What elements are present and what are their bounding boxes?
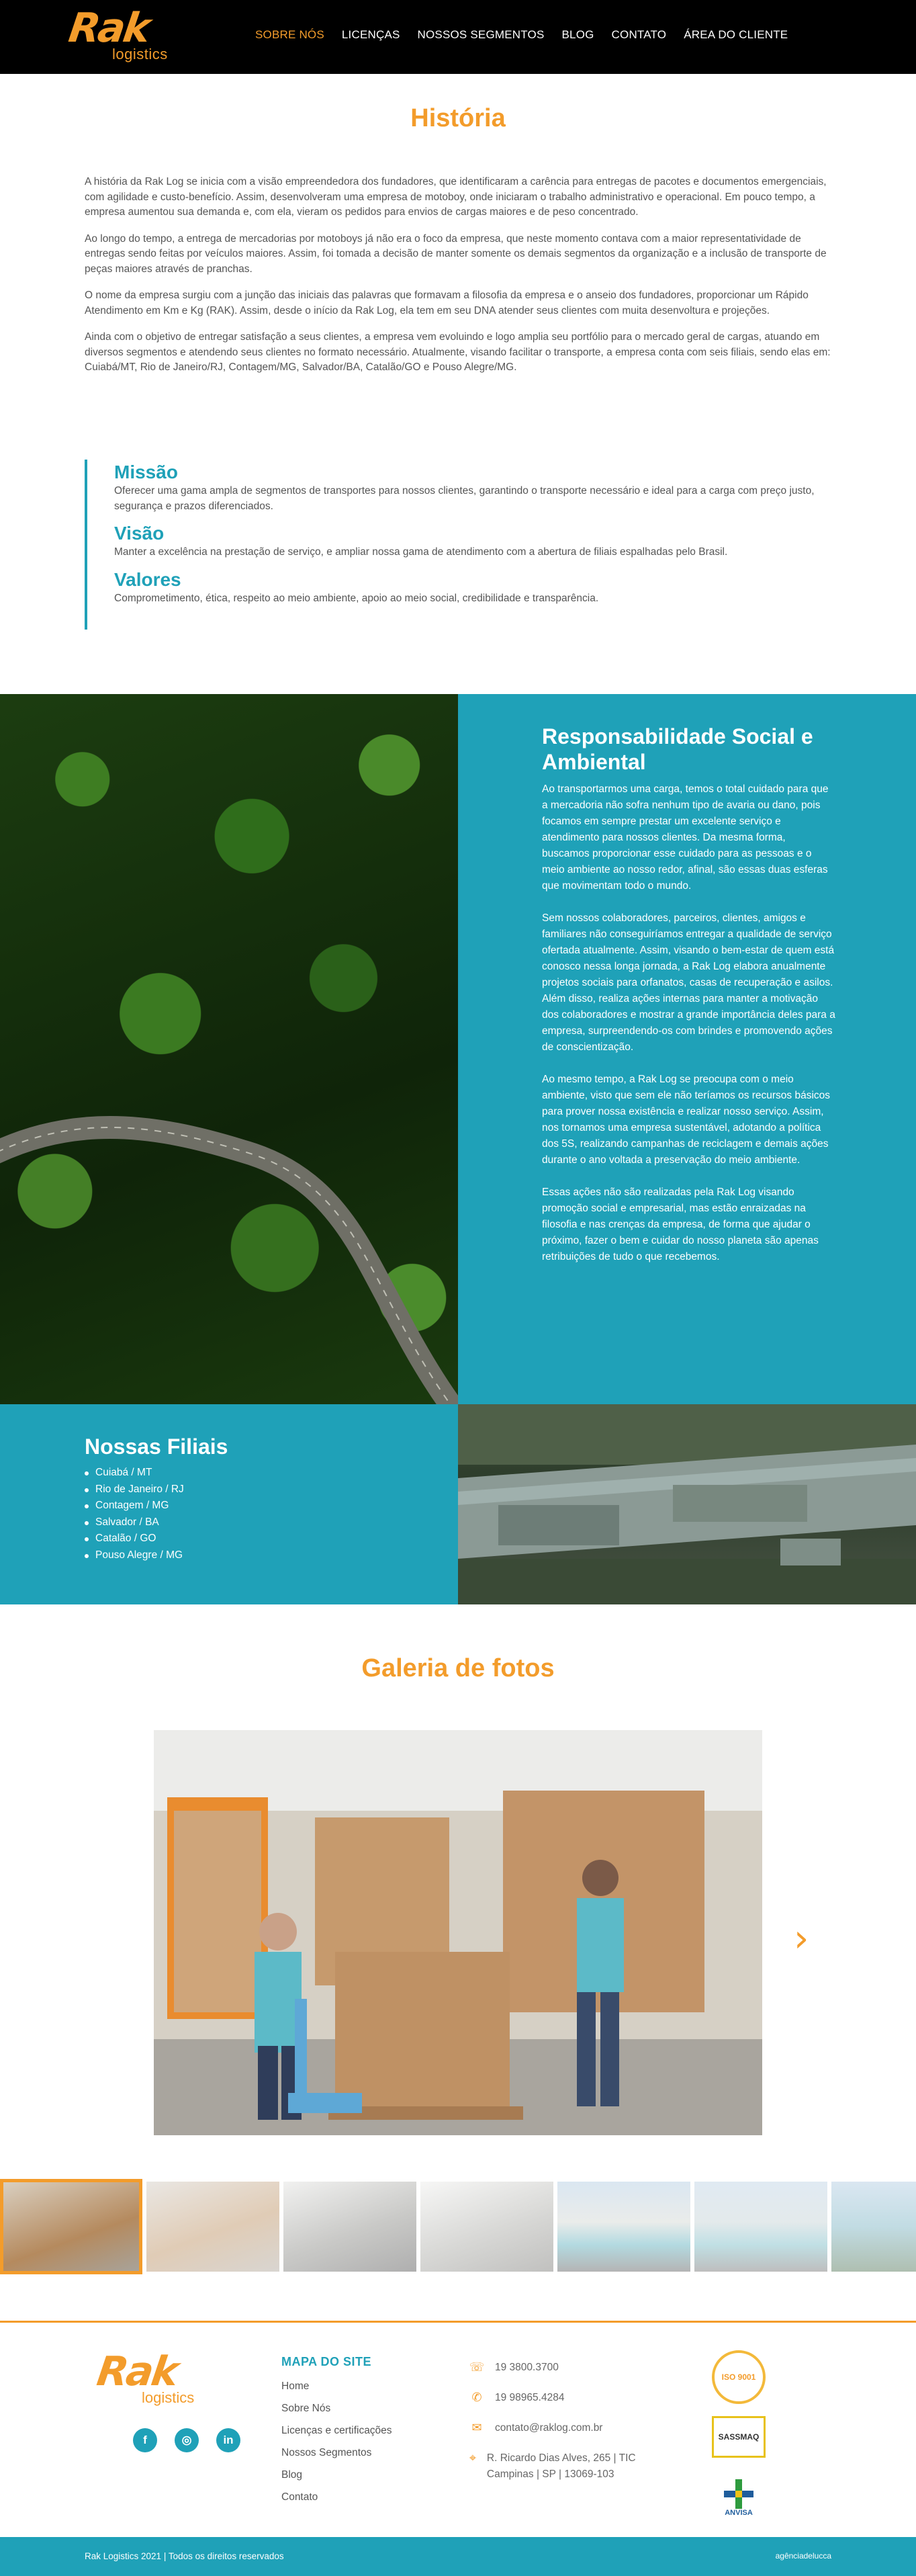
footer-contacts: ☏ 19 3800.3700 ✆ 19 98965.4284 ✉ contato… bbox=[468, 2360, 636, 2497]
historia-paragraph: Ainda com o objetivo de entregar satisfa… bbox=[85, 331, 831, 373]
filial-item: Rio de Janeiro / RJ bbox=[85, 1482, 458, 1498]
phone-icon: ☏ bbox=[469, 2360, 485, 2374]
sitemap-link-home[interactable]: Home bbox=[281, 2375, 392, 2397]
developer-credit[interactable]: agênciadelucca bbox=[776, 2551, 831, 2561]
contact-address: ⌖ R. Ricardo Dias Alves, 265 | TIC Campi… bbox=[468, 2450, 636, 2483]
logo-main-text: Rak bbox=[66, 5, 152, 52]
anvisa-text: ANVISA bbox=[725, 2509, 753, 2517]
contact-whatsapp[interactable]: ✆ 19 98965.4284 bbox=[468, 2390, 636, 2406]
historia-paragraph: A história da Rak Log se inicia com a vi… bbox=[85, 176, 827, 218]
main-nav: SOBRE NÓS LICENÇAS NOSSOS SEGMENTOS BLOG… bbox=[255, 28, 805, 42]
nav-contato[interactable]: CONTATO bbox=[612, 28, 667, 42]
sassmaq-seal: SASSMAQ bbox=[708, 2416, 769, 2458]
anvisa-cross-icon bbox=[724, 2479, 753, 2509]
location-pin-icon: ⌖ bbox=[469, 2451, 477, 2465]
contact-phone[interactable]: ☏ 19 3800.3700 bbox=[468, 2360, 636, 2376]
sitemap-link-licencas[interactable]: Licenças e certificações bbox=[281, 2419, 392, 2442]
linkedin-icon[interactable]: in bbox=[216, 2428, 240, 2452]
iso-9001-seal: ISO 9001 bbox=[708, 2350, 769, 2404]
sitemap-link-sobre-nos[interactable]: Sobre Nós bbox=[281, 2397, 392, 2419]
page: Rak logistics SOBRE NÓS LICENÇAS NOSSOS … bbox=[0, 0, 916, 2576]
nav-licencas[interactable]: LICENÇAS bbox=[342, 28, 400, 42]
phone-text: 19 3800.3700 bbox=[495, 2362, 559, 2373]
nav-sobre-nos[interactable]: SOBRE NÓS bbox=[255, 28, 324, 42]
nav-nossos-segmentos[interactable]: NOSSOS SEGMENTOS bbox=[418, 28, 545, 42]
filiais-list: Cuiabá / MT Rio de Janeiro / RJ Contagem… bbox=[85, 1465, 458, 1563]
sitemap-link-blog[interactable]: Blog bbox=[281, 2464, 392, 2486]
facebook-icon[interactable]: f bbox=[133, 2428, 157, 2452]
footer-divider bbox=[0, 2321, 916, 2323]
valores-text: Comprometimento, ética, respeito ao meio… bbox=[114, 592, 599, 604]
footer-sitemap: MAPA DO SITE Home Sobre Nós Licenças e c… bbox=[281, 2355, 392, 2508]
filial-item: Contagem / MG bbox=[85, 1498, 458, 1514]
certifications: ISO 9001 SASSMAQ ANVISA bbox=[708, 2350, 769, 2538]
gallery-thumb[interactable] bbox=[420, 2182, 553, 2272]
missao-title: Missão bbox=[114, 462, 178, 482]
valores-title: Valores bbox=[114, 568, 181, 590]
road-graphic bbox=[0, 1116, 458, 1404]
responsabilidade-paragraph: Ao mesmo tempo, a Rak Log se preocupa co… bbox=[542, 1074, 831, 1166]
address-text: R. Ricardo Dias Alves, 265 | TIC Campina… bbox=[486, 2452, 636, 2480]
responsabilidade-panel: Responsabilidade Social e Ambiental Ao t… bbox=[458, 694, 916, 1404]
historia-paragraph: O nome da empresa surgiu com a junção da… bbox=[85, 290, 809, 316]
gallery-next-arrow[interactable]: › bbox=[794, 1917, 809, 1961]
warehouse-workers-graphic bbox=[154, 1730, 762, 2135]
historia-paragraph: Ao longo do tempo, a entrega de mercador… bbox=[85, 232, 827, 275]
responsabilidade-title: Responsabilidade Social e Ambiental bbox=[542, 724, 813, 774]
site-header: Rak logistics SOBRE NÓS LICENÇAS NOSSOS … bbox=[0, 0, 916, 74]
responsabilidade-paragraph: Sem nossos colaboradores, parceiros, cli… bbox=[542, 912, 835, 1053]
filiais-panel: Nossas Filiais Cuiabá / MT Rio de Janeir… bbox=[0, 1404, 458, 1604]
nav-blog[interactable]: BLOG bbox=[562, 28, 594, 42]
rak-logo[interactable]: Rak logistics bbox=[66, 5, 180, 63]
visao-title: Visão bbox=[114, 523, 165, 544]
whatsapp-icon: ✆ bbox=[471, 2391, 482, 2405]
mail-icon: ✉ bbox=[471, 2421, 482, 2435]
responsabilidade-section: Responsabilidade Social e Ambiental Ao t… bbox=[0, 694, 916, 1404]
historia-text: A história da Rak Log se inicia com a vi… bbox=[85, 175, 831, 387]
missao-visao-valores: Missão Oferecer uma gama ampla de segmen… bbox=[85, 460, 831, 630]
gallery-thumb[interactable] bbox=[694, 2182, 827, 2272]
sassmaq-text: SASSMAQ bbox=[712, 2416, 766, 2458]
whatsapp-text: 19 98965.4284 bbox=[495, 2392, 565, 2403]
gallery-thumb[interactable] bbox=[146, 2182, 279, 2272]
filiais-title: Nossas Filiais bbox=[85, 1434, 228, 1459]
responsabilidade-paragraph: Ao transportarmos uma carga, temos o tot… bbox=[542, 783, 829, 892]
anvisa-logo: ANVISA bbox=[712, 2470, 766, 2526]
visao-text: Manter a excelência na prestação de serv… bbox=[114, 546, 728, 558]
gallery-thumb[interactable] bbox=[557, 2182, 690, 2272]
footer-logo-main: Rak bbox=[94, 2348, 180, 2395]
filial-item: Cuiabá / MT bbox=[85, 1465, 458, 1482]
filial-item: Salvador / BA bbox=[85, 1514, 458, 1531]
contact-email[interactable]: ✉ contato@raklog.com.br bbox=[468, 2420, 636, 2436]
instagram-icon[interactable]: ◎ bbox=[175, 2428, 199, 2452]
gallery-thumb[interactable] bbox=[0, 2179, 142, 2274]
gallery-thumbnails bbox=[0, 2179, 916, 2276]
social-links: f ◎ in bbox=[133, 2428, 240, 2452]
footer-logo[interactable]: Rak logistics bbox=[94, 2348, 218, 2407]
responsabilidade-paragraph: Essas ações não são realizadas pela Rak … bbox=[542, 1187, 819, 1262]
filiais-section: Nossas Filiais Cuiabá / MT Rio de Janeir… bbox=[0, 1404, 916, 1604]
gallery-main-photo bbox=[154, 1730, 762, 2135]
galeria-title: Galeria de fotos bbox=[361, 1654, 555, 1682]
warehouse-aerial-photo bbox=[458, 1404, 916, 1604]
sitemap-title: MAPA DO SITE bbox=[281, 2355, 372, 2368]
filial-item: Pouso Alegre / MG bbox=[85, 1547, 458, 1564]
filial-item: Catalão / GO bbox=[85, 1531, 458, 1547]
copyright-text: Rak Logistics 2021 | Todos os direitos r… bbox=[85, 2551, 284, 2561]
iso-text: ISO 9001 bbox=[712, 2350, 766, 2404]
gallery-thumb[interactable] bbox=[283, 2182, 416, 2272]
forest-road-photo bbox=[0, 694, 458, 1404]
missao-text: Oferecer uma gama ampla de segmentos de … bbox=[114, 485, 815, 512]
gallery-thumb[interactable] bbox=[831, 2182, 916, 2272]
footer-bottom-bar: Rak Logistics 2021 | Todos os direitos r… bbox=[0, 2537, 916, 2576]
email-text: contato@raklog.com.br bbox=[495, 2422, 603, 2434]
sitemap-link-segmentos[interactable]: Nossos Segmentos bbox=[281, 2442, 392, 2464]
historia-title: História bbox=[410, 104, 506, 132]
anvisa-seal: ANVISA bbox=[708, 2470, 769, 2526]
nav-area-do-cliente[interactable]: ÁREA DO CLIENTE bbox=[684, 28, 788, 42]
warehouse-graphic bbox=[458, 1404, 916, 1604]
sitemap-link-contato[interactable]: Contato bbox=[281, 2486, 392, 2508]
